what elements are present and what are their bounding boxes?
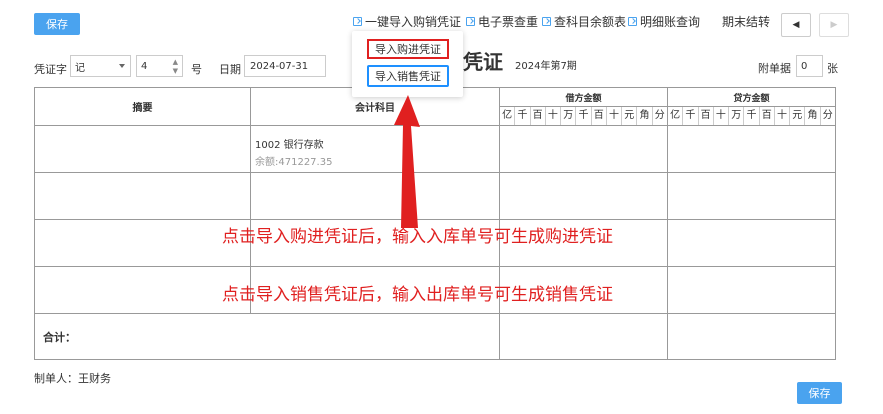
maker-label: 制单人：王财务 <box>34 372 111 385</box>
save-button-bottom[interactable]: 保存 <box>797 382 842 404</box>
annotation-arrow <box>394 95 420 228</box>
hint-sales: 点击导入销售凭证后，输入出库单号可生成销售凭证 <box>222 285 613 305</box>
hint-purchase: 点击导入购进凭证后，输入入库单号可生成购进凭证 <box>222 227 613 247</box>
